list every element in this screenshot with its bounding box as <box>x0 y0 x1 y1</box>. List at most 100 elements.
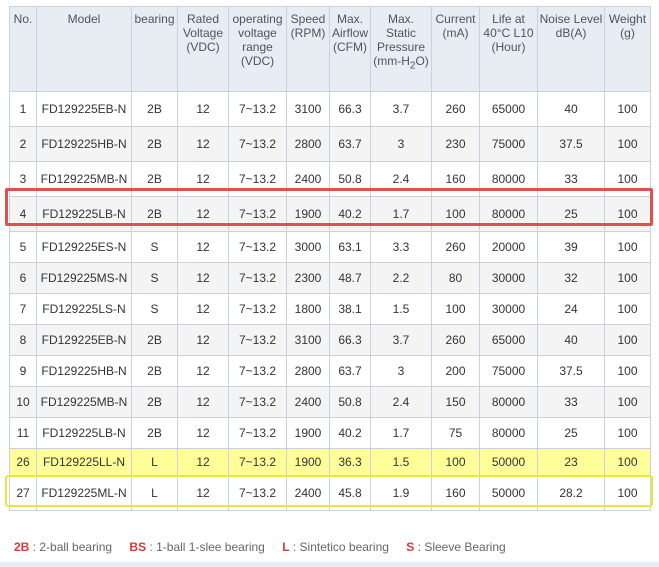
header-speed: Speed (RPM) <box>286 6 330 92</box>
header-static-pressure-unit: O) <box>415 54 429 68</box>
cell-model: FD129225MS-N <box>36 262 132 294</box>
header-airflow: Max. Airflow (CFM) <box>329 6 371 92</box>
cell-bearing: 2B <box>131 386 178 418</box>
table-header-row: No. Model bearing Rated Voltage (VDC) op… <box>9 6 651 92</box>
cell-airflow: 63.7 <box>329 355 371 387</box>
cell-current: 230 <box>431 126 480 162</box>
cell-range: 7~13.2 <box>228 386 287 418</box>
header-no: No. <box>9 6 37 92</box>
bottom-edge-bar <box>0 562 659 567</box>
cell-current: 160 <box>431 475 480 511</box>
header-bearing: bearing <box>131 6 178 92</box>
cell-noise: 23 <box>537 448 605 476</box>
cell-airflow: 40.2 <box>329 196 371 232</box>
cell-pressure: 3.7 <box>370 91 432 127</box>
cell-pressure: 2.4 <box>370 386 432 418</box>
cell-range: 7~13.2 <box>228 355 287 387</box>
table-row: 8 FD129225EB-N 2B 12 7~13.2 3100 66.3 3.7 260 650… <box>9 324 651 356</box>
cell-speed: 3000 <box>286 231 330 263</box>
cell-rated: 12 <box>177 355 229 387</box>
header-current: Current (mA) <box>431 6 480 92</box>
cell-model: FD129225MB-N <box>36 161 132 197</box>
cell-life: 75000 <box>479 126 538 162</box>
legend-text: Sintetico bearing <box>299 540 389 554</box>
cell-airflow: 63.1 <box>329 231 371 263</box>
cell-range: 7~13.2 <box>228 448 287 476</box>
cell-model: FD129225EB-N <box>36 324 132 356</box>
cell-rated: 12 <box>177 161 229 197</box>
cell-bearing: S <box>131 231 178 263</box>
cell-range: 7~13.2 <box>228 293 287 325</box>
cell-no: 10 <box>9 386 37 418</box>
cell-noise: 25 <box>537 196 605 232</box>
cell-speed: 2800 <box>286 355 330 387</box>
cell-rated: 12 <box>177 231 229 263</box>
cell-airflow: 48.7 <box>329 262 371 294</box>
table-row: 3 FD129225MB-N 2B 12 7~13.2 2400 50.8 2.4 160 800… <box>9 161 651 197</box>
fan-spec-table: No. Model bearing Rated Voltage (VDC) op… <box>9 6 651 511</box>
cell-pressure: 1.7 <box>370 417 432 449</box>
cell-rated: 12 <box>177 91 229 127</box>
header-model: Model <box>36 6 132 92</box>
cell-bearing: 2B <box>131 91 178 127</box>
cell-airflow: 63.7 <box>329 126 371 162</box>
cell-noise: 33 <box>537 161 605 197</box>
cell-life: 20000 <box>479 231 538 263</box>
table-row: 6 FD129225MS-N S 12 7~13.2 2300 48.7 2.2 80 30000… <box>9 262 651 294</box>
cell-airflow: 36.3 <box>329 448 371 476</box>
table-row: 9 FD129225HB-N 2B 12 7~13.2 2800 63.7 3 200 75000… <box>9 355 651 387</box>
cell-range: 7~13.2 <box>228 161 287 197</box>
header-rated-voltage: Rated Voltage (VDC) <box>177 6 229 92</box>
cell-weight: 100 <box>604 448 651 476</box>
cell-speed: 2800 <box>286 126 330 162</box>
cell-rated: 12 <box>177 417 229 449</box>
cell-current: 100 <box>431 293 480 325</box>
cell-airflow: 66.3 <box>329 91 371 127</box>
cell-bearing: 2B <box>131 324 178 356</box>
cell-no: 6 <box>9 262 37 294</box>
legend-separator: : <box>289 540 300 554</box>
cell-current: 260 <box>431 231 480 263</box>
cell-bearing: 2B <box>131 417 178 449</box>
table-row: 10 FD129225MB-N 2B 12 7~13.2 2400 50.8 2.4 150 80… <box>9 386 651 418</box>
cell-life: 80000 <box>479 386 538 418</box>
cell-noise: 37.5 <box>537 126 605 162</box>
legend-item: BS : 1-ball 1-slee bearing <box>129 540 278 554</box>
cell-life: 30000 <box>479 262 538 294</box>
cell-bearing: S <box>131 262 178 294</box>
cell-weight: 100 <box>604 196 651 232</box>
cell-life: 65000 <box>479 324 538 356</box>
header-static-pressure: Max. Static Pressure (mm-H2O) <box>370 6 432 92</box>
cell-rated: 12 <box>177 448 229 476</box>
cell-bearing: L <box>131 475 178 511</box>
cell-weight: 100 <box>604 386 651 418</box>
cell-rated: 12 <box>177 293 229 325</box>
cell-speed: 2300 <box>286 262 330 294</box>
table-row: 11 FD129225LB-N 2B 12 7~13.2 1900 40.2 1.7 75 800… <box>9 417 651 449</box>
cell-range: 7~13.2 <box>228 91 287 127</box>
cell-model: FD129225LB-N <box>36 196 132 232</box>
table-row: 4 FD129225LB-N 2B 12 7~13.2 1900 40.2 1.7 100 800… <box>9 196 651 232</box>
cell-pressure: 3 <box>370 355 432 387</box>
table-row: 27 FD129225ML-N L 12 7~13.2 2400 45.8 1.9 160 500… <box>9 475 651 511</box>
cell-current: 150 <box>431 386 480 418</box>
cell-pressure: 3.3 <box>370 231 432 263</box>
cell-speed: 3100 <box>286 324 330 356</box>
cell-noise: 40 <box>537 324 605 356</box>
cell-noise: 33 <box>537 386 605 418</box>
cell-pressure: 2.2 <box>370 262 432 294</box>
table-row: 7 FD129225LS-N S 12 7~13.2 1800 38.1 1.5 100 3000… <box>9 293 651 325</box>
legend-text: Sleeve Bearing <box>424 540 506 554</box>
cell-model: FD129225LS-N <box>36 293 132 325</box>
cell-rated: 12 <box>177 196 229 232</box>
cell-range: 7~13.2 <box>228 417 287 449</box>
cell-weight: 100 <box>604 126 651 162</box>
cell-pressure: 1.7 <box>370 196 432 232</box>
cell-speed: 3100 <box>286 91 330 127</box>
cell-range: 7~13.2 <box>228 475 287 511</box>
cell-range: 7~13.2 <box>228 196 287 232</box>
cell-weight: 100 <box>604 475 651 511</box>
cell-speed: 1900 <box>286 196 330 232</box>
cell-no: 8 <box>9 324 37 356</box>
cell-current: 75 <box>431 417 480 449</box>
